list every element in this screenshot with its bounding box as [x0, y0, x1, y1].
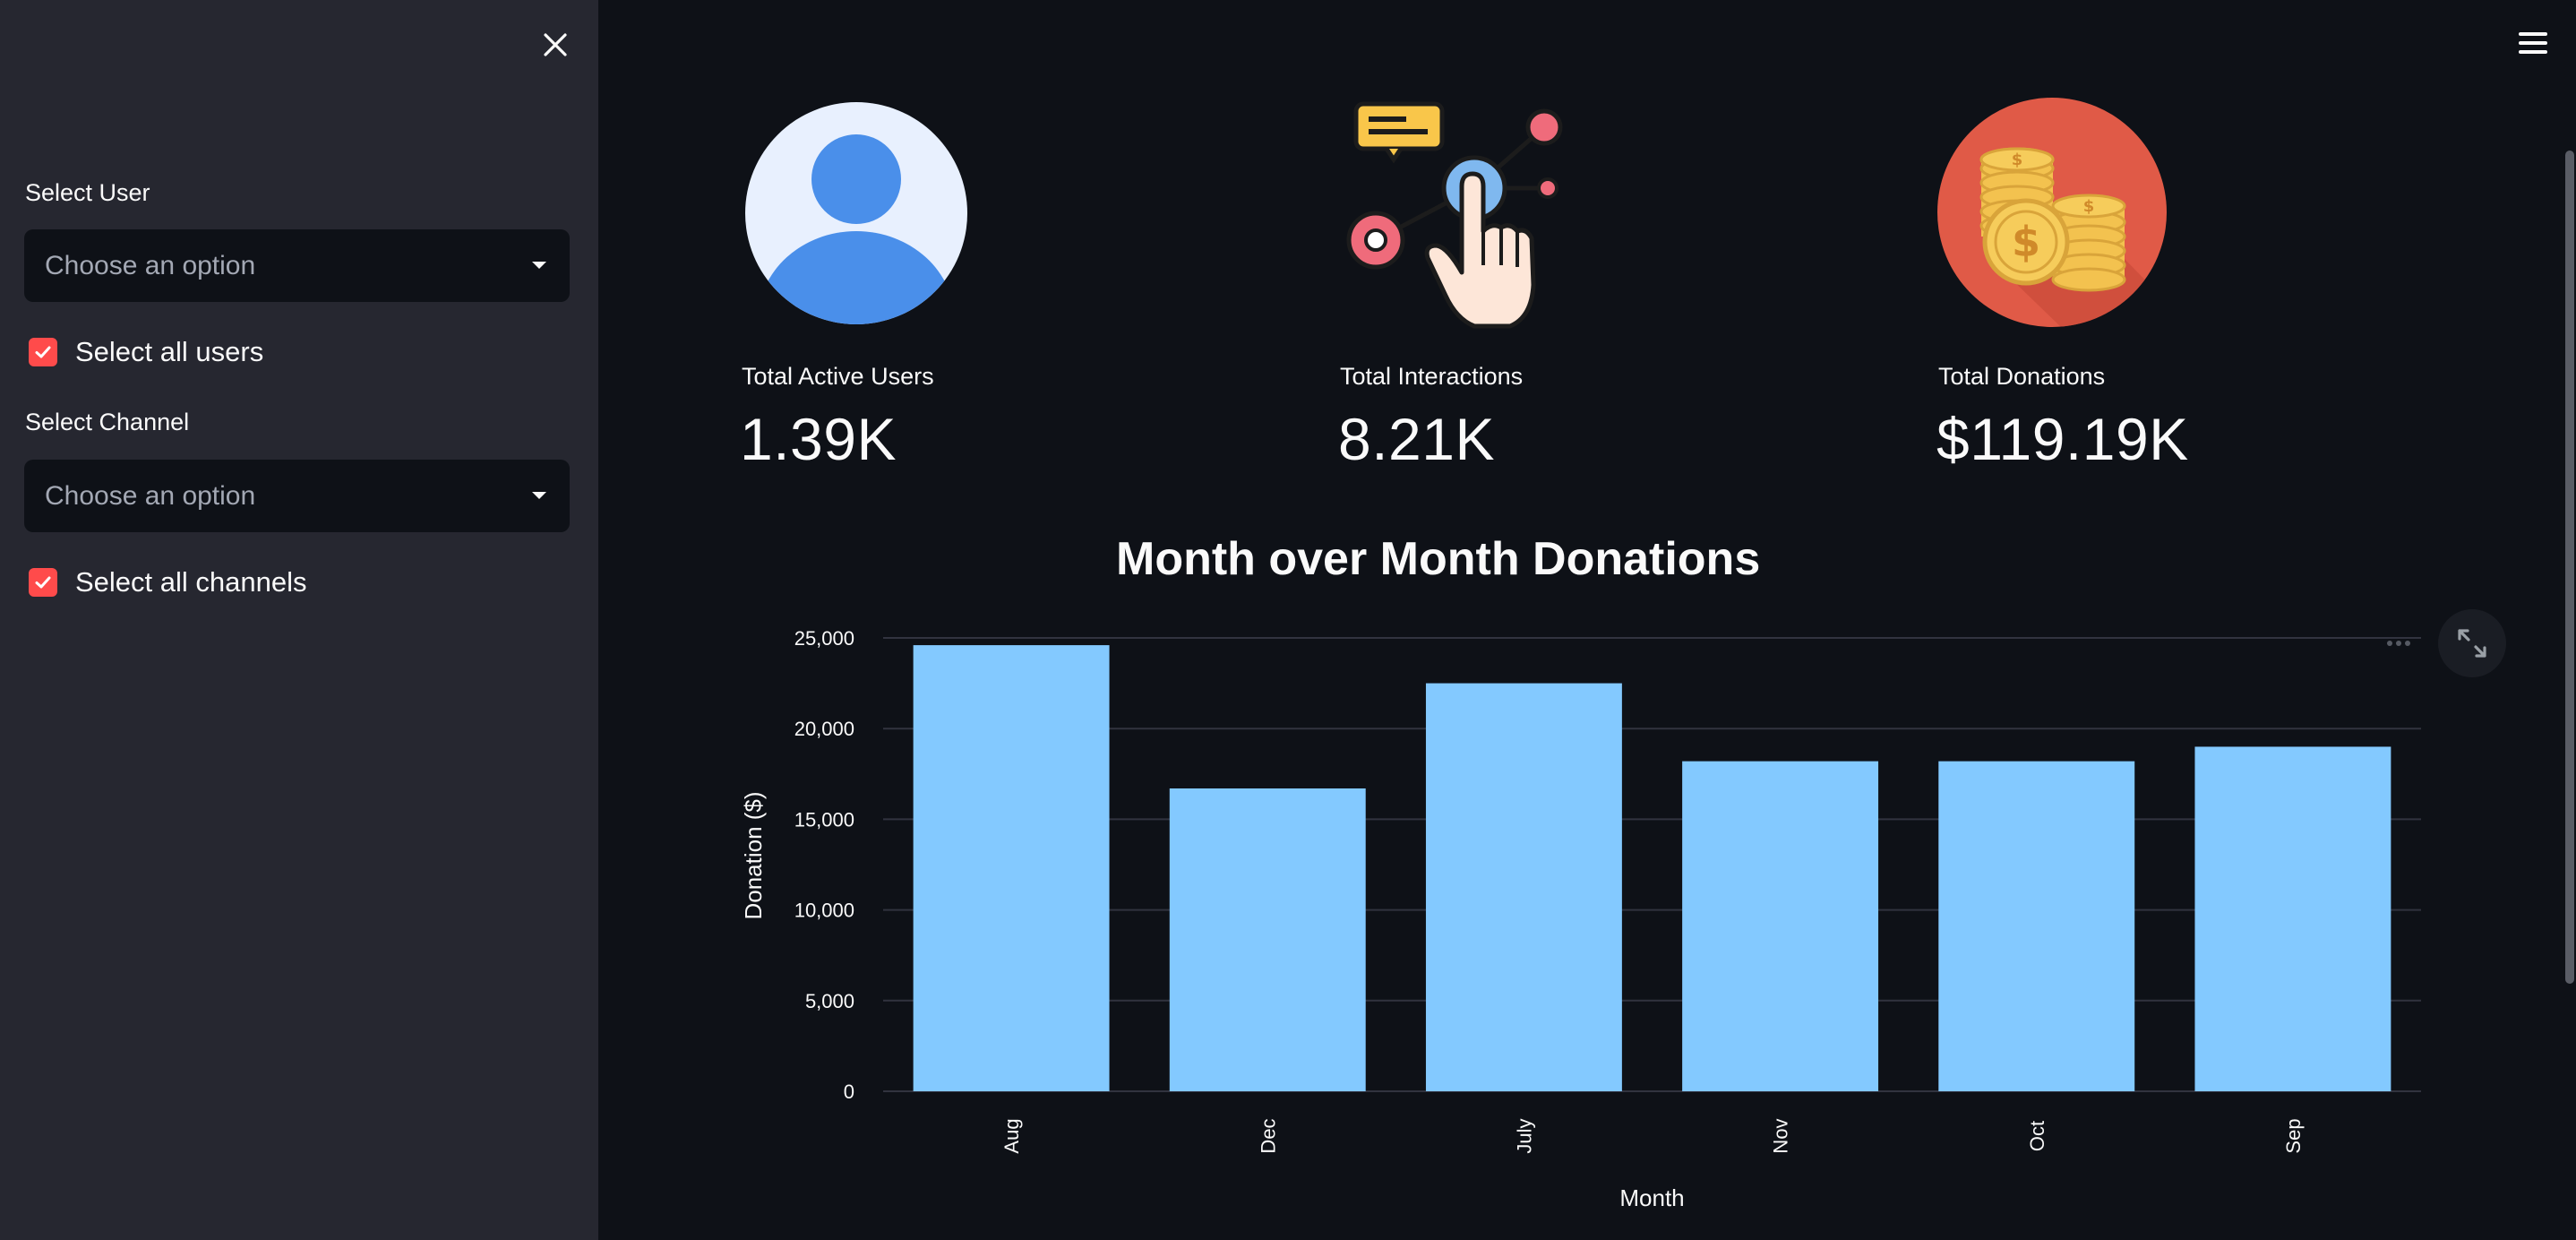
chart-options-button[interactable]: [2383, 627, 2415, 659]
x-tick-label: Nov: [1770, 1118, 1792, 1153]
more-dots-icon: [2405, 641, 2410, 646]
chart-bar: [913, 645, 1110, 1091]
y-tick-label: 20,000: [794, 718, 854, 740]
expand-icon: [2458, 629, 2486, 658]
y-tick-label: 0: [844, 1081, 854, 1103]
x-tick-label: Oct: [2026, 1121, 2048, 1151]
chart-bar: [2194, 746, 2391, 1091]
x-tick-label: Dec: [1257, 1118, 1279, 1153]
chart-bar: [1169, 788, 1366, 1091]
y-tick-label: 25,000: [794, 627, 854, 650]
y-axis-label: Donation ($): [740, 791, 767, 919]
chart-bar: [1425, 683, 1622, 1091]
y-tick-label: 5,000: [805, 990, 854, 1012]
y-tick-label: 15,000: [794, 808, 854, 831]
more-dots-icon: [2396, 641, 2401, 646]
x-tick-label: Sep: [2282, 1118, 2305, 1153]
x-axis-label: Month: [1619, 1184, 1684, 1211]
fullscreen-button[interactable]: [2438, 609, 2506, 677]
chart-bar: [1682, 761, 1879, 1091]
x-tick-label: July: [1513, 1118, 1535, 1153]
chart-bar: [1938, 761, 2135, 1091]
app-root: Select User Choose an option Select all …: [0, 0, 2576, 1240]
x-tick-label: Aug: [1000, 1118, 1023, 1153]
donations-bar-chart: 0 5,000 10,000 15,000 20,000 25,000 Aug Dec July…: [740, 627, 2421, 1211]
y-tick-label: 10,000: [794, 900, 854, 922]
more-dots-icon: [2387, 641, 2392, 646]
